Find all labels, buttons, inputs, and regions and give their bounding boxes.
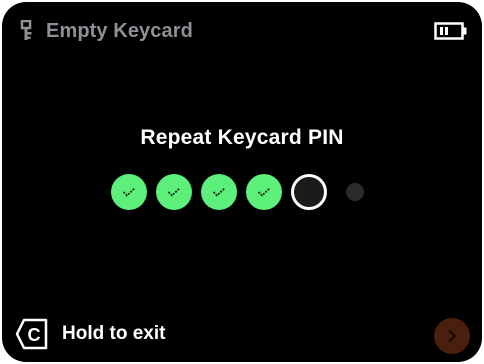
c-key-icon: C <box>14 316 50 352</box>
next-button[interactable] <box>434 318 470 354</box>
pin-prompt: Repeat Keycard PIN <box>140 126 344 149</box>
pin-digit-empty <box>346 183 364 201</box>
battery-icon <box>434 22 468 40</box>
keycard-key-icon <box>20 19 36 42</box>
pin-digit-entered <box>201 174 237 210</box>
svg-text:C: C <box>28 325 41 345</box>
page-title: Empty Keycard <box>46 19 193 42</box>
check-icon <box>257 187 271 197</box>
exit-hint[interactable]: C Hold to exit <box>14 316 165 352</box>
chevron-right-icon <box>448 329 457 343</box>
check-icon <box>122 187 136 197</box>
device-screen: Empty Keycard Repeat Keycard PIN C Hold … <box>2 2 482 362</box>
pin-digit-entered <box>246 174 282 210</box>
pin-digit-entered <box>111 174 147 210</box>
check-icon <box>167 187 181 197</box>
pin-digit-current <box>291 174 327 210</box>
exit-label: Hold to exit <box>62 323 166 344</box>
pin-digit-entered <box>156 174 192 210</box>
header: Empty Keycard <box>20 18 193 44</box>
pin-indicator <box>111 174 373 210</box>
check-icon <box>212 187 226 197</box>
